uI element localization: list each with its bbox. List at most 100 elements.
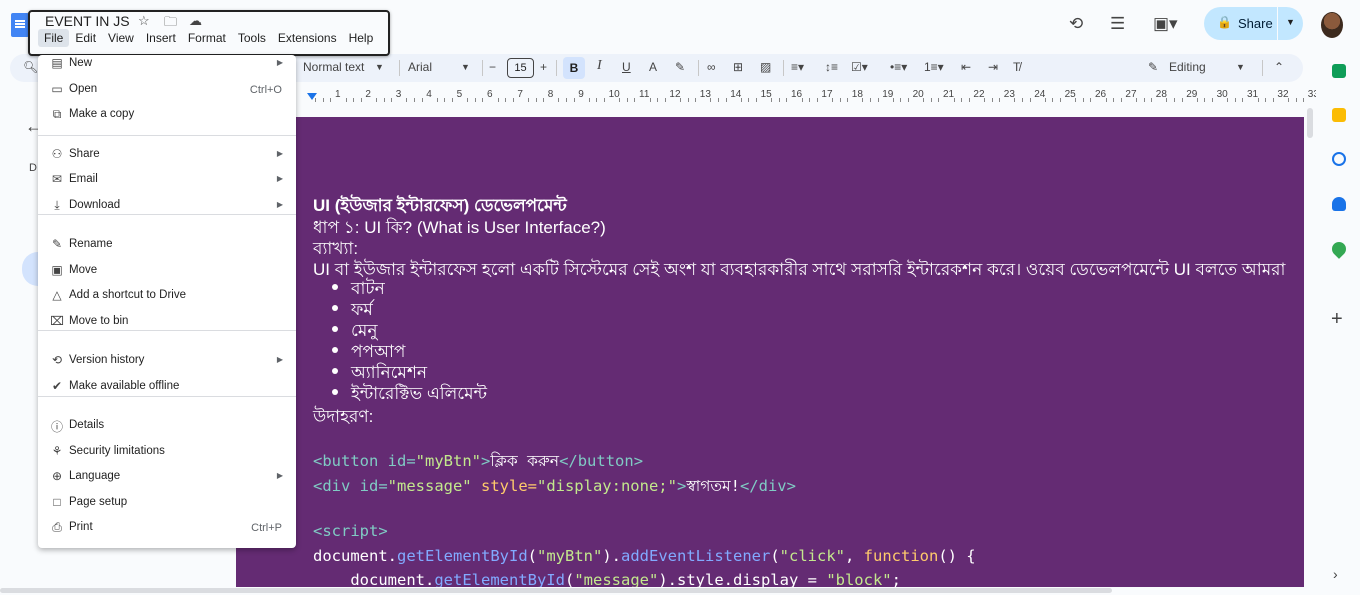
cloud-icon[interactable]: ☁︎	[189, 13, 202, 29]
menu-item-version-history[interactable]: ⟲ Version history ▶	[38, 350, 296, 374]
ruler-tick	[832, 98, 833, 102]
horizontal-scrollbar[interactable]	[0, 588, 1112, 593]
font-select[interactable]: Arial	[408, 60, 432, 74]
text-color-icon[interactable]: A	[649, 60, 657, 74]
decrease-font-icon[interactable]: −	[489, 60, 496, 74]
chevron-down-icon[interactable]: ▼	[1236, 62, 1245, 72]
menu-edit[interactable]: Edit	[69, 29, 102, 47]
indent-marker-icon[interactable]	[307, 93, 317, 100]
menu-file[interactable]: File	[38, 29, 70, 47]
menu-item-move[interactable]: ▣ Move	[38, 260, 296, 284]
tasks-icon[interactable]	[1332, 152, 1346, 166]
document-page[interactable]: UI (ইউজার ইন্টারফেস) ডেভেলপমেন্ট ধাপ ১: …	[236, 117, 1304, 587]
menu-item-language[interactable]: ⊕ Language ▶	[38, 466, 296, 490]
ruler-number: 10	[608, 89, 620, 100]
add-addon-icon[interactable]: +	[1331, 308, 1343, 331]
ruler-tick	[657, 98, 659, 102]
menu-view[interactable]: View	[102, 29, 140, 47]
ruler-tick	[1075, 98, 1077, 102]
highlight-icon[interactable]: ✎	[675, 60, 685, 74]
submenu-arrow-icon: ▶	[276, 149, 283, 158]
menu-item-email[interactable]: ✉ Email ▶	[38, 169, 296, 193]
align-icon[interactable]: ≡▾	[791, 60, 804, 74]
ruler-tick	[1181, 98, 1183, 102]
ruler-tick	[558, 98, 560, 102]
expand-panel-icon[interactable]: ›	[1333, 566, 1338, 582]
menu-item-print[interactable]: ⎙ Print Ctrl+P	[38, 517, 296, 541]
submenu-arrow-icon: ▶	[276, 471, 283, 480]
version-history-icon[interactable]: ⟲	[1069, 14, 1083, 34]
ruler-number: 8	[547, 89, 554, 100]
list-item: অ্যানিমেশন	[332, 360, 487, 382]
increase-font-icon[interactable]: +	[540, 60, 547, 74]
page-icon: □	[53, 495, 61, 509]
clear-formatting-icon[interactable]: T̸	[1013, 60, 1020, 74]
calendar-icon[interactable]	[1332, 64, 1346, 78]
list-item: ফর্ম	[332, 297, 487, 319]
menu-help[interactable]: Help	[343, 29, 380, 47]
chevron-down-icon[interactable]: ▼	[375, 62, 384, 72]
image-icon[interactable]: ▨	[760, 60, 771, 74]
style-select[interactable]: Normal text	[303, 60, 364, 74]
star-icon[interactable]: ☆	[138, 13, 150, 29]
italic-icon[interactable]: I	[597, 58, 602, 74]
underline-icon[interactable]: U	[622, 60, 631, 74]
docs-logo-icon[interactable]	[11, 13, 29, 37]
ruler-tick	[406, 98, 408, 102]
menu-item-rename[interactable]: ✎ Rename	[38, 234, 296, 258]
menu-item-move-to-bin[interactable]: ⌧ Move to bin	[38, 311, 296, 335]
maps-icon[interactable]	[1329, 239, 1349, 259]
checklist-icon[interactable]: ☑▾	[851, 60, 868, 74]
add-comment-icon[interactable]: ⊞	[733, 60, 743, 74]
submenu-arrow-icon: ▶	[276, 355, 283, 364]
contacts-icon[interactable]	[1332, 197, 1346, 211]
vertical-scrollbar[interactable]	[1307, 108, 1313, 138]
info-icon: ⓘ	[50, 420, 63, 434]
ruler-tick	[1288, 98, 1289, 102]
decrease-indent-icon[interactable]: ⇤	[961, 60, 971, 74]
link-icon[interactable]: ∞	[707, 60, 716, 74]
editing-mode-select[interactable]: Editing	[1169, 60, 1206, 74]
avatar[interactable]	[1321, 12, 1343, 38]
menu-item-details[interactable]: ⓘ Details	[38, 415, 296, 439]
ruler-tick	[436, 98, 438, 102]
ruler-tick	[1204, 98, 1206, 102]
menu-insert[interactable]: Insert	[140, 29, 182, 47]
bulleted-list-icon[interactable]: •≡▾	[890, 60, 907, 74]
ruler-tick	[892, 98, 894, 102]
code-line: document.getElementById("myBtn").addEven…	[313, 547, 976, 565]
numbered-list-icon[interactable]: 1≡▾	[924, 60, 944, 74]
ruler-tick	[360, 98, 362, 102]
menu-extensions[interactable]: Extensions	[272, 29, 343, 47]
menu-item-download[interactable]: ⤓ Download ▶	[38, 195, 296, 219]
menu-item-new[interactable]: ▤ New ▶	[38, 53, 296, 77]
meet-icon[interactable]: ▣▾	[1153, 14, 1178, 34]
font-size-input[interactable]: 15	[507, 58, 534, 78]
download-icon: ⤓	[54, 198, 60, 212]
ruler-tick	[1234, 98, 1236, 102]
ruler-tick	[938, 98, 940, 102]
menu-tools[interactable]: Tools	[232, 29, 272, 47]
share-dropdown-icon[interactable]: ▼	[1286, 17, 1295, 27]
menu-item-share[interactable]: ⚇ Share ▶	[38, 144, 296, 168]
ruler[interactable]: 1 2 3 4 5 6 7 8 9 10 11 12 13 14 15 16 17 18 19 20 21 22 23 24 2…	[296, 88, 1316, 104]
line-spacing-icon[interactable]: ↕≡	[825, 60, 838, 74]
menu-item-page-setup[interactable]: □ Page setup	[38, 492, 296, 516]
menu-format[interactable]: Format	[182, 29, 232, 47]
menu-item-label: Add a shortcut to Drive	[69, 289, 186, 301]
ruler-tick	[1090, 98, 1092, 102]
ruler-tick	[1060, 98, 1061, 102]
menu-item-add-a-shortcut-to-drive[interactable]: △ Add a shortcut to Drive	[38, 285, 296, 309]
share-button[interactable]: 🔒 Share ▼	[1204, 7, 1303, 40]
collapse-toolbar-icon[interactable]: ⌃	[1274, 60, 1284, 74]
menu-item-open[interactable]: ▭ Open Ctrl+O	[38, 79, 296, 103]
doc-title[interactable]: EVENT IN JS	[45, 13, 130, 29]
keep-icon[interactable]	[1332, 108, 1346, 122]
menu-item-security-limitations[interactable]: ⚘ Security limitations	[38, 441, 296, 465]
increase-indent-icon[interactable]: ⇥	[988, 60, 998, 74]
bold-icon[interactable]: B	[563, 57, 585, 79]
chevron-down-icon[interactable]: ▼	[461, 62, 470, 72]
comments-icon[interactable]: ☰	[1110, 14, 1125, 34]
menu-item-make-a-copy[interactable]: ⧉ Make a copy	[38, 104, 296, 128]
search-icon[interactable]: 🔍︎	[23, 60, 38, 74]
